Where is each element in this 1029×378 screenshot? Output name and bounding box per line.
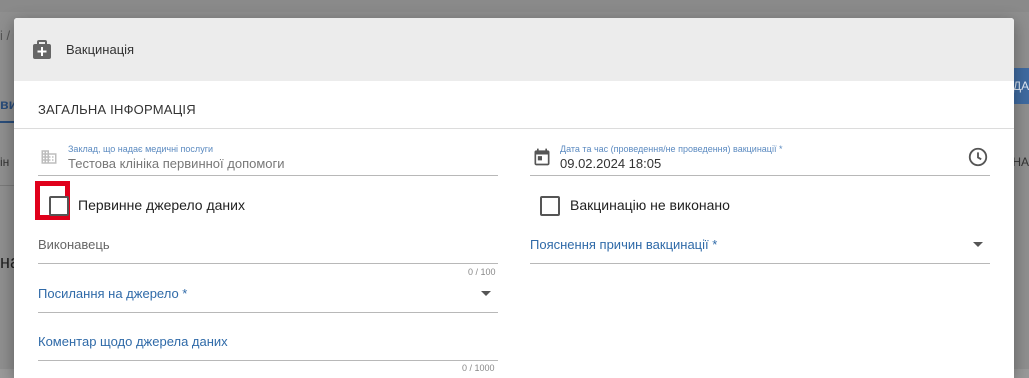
background-breadcrumb: і / [0,28,11,43]
primary-source-label[interactable]: Первинне джерело даних [78,197,245,213]
source-link-select[interactable]: Посилання на джерело * [38,286,187,301]
vaccination-dialog: Вакцинація ЗАГАЛЬНА ІНФОРМАЦІЯ Заклад, щ… [14,18,1014,378]
date-value[interactable]: 09.02.2024 18:05 [560,156,661,171]
performer-input[interactable]: Виконавець [38,237,110,252]
section-divider [14,128,1014,129]
not-done-checkbox[interactable] [540,196,560,216]
medical-case-icon [33,40,51,59]
primary-source-checkbox[interactable] [49,196,69,216]
background-tab-underline [0,121,14,123]
reason-select[interactable]: Пояснення причин вакцинації * [530,237,717,252]
background-divider [0,185,14,186]
not-done-label[interactable]: Вакцинацію не виконано [570,197,730,213]
chevron-down-icon[interactable] [481,291,491,296]
clock-icon[interactable] [967,146,989,168]
background-button: ДА [1013,68,1029,104]
section-title: ЗАГАЛЬНА ІНФОРМАЦІЯ [38,102,196,117]
dialog-title: Вакцинація [66,42,135,57]
background-topbar [0,0,1029,12]
performer-counter: 0 / 100 [468,267,496,277]
date-field-underline [530,175,990,176]
facility-field-underline [38,175,498,176]
dialog-header: Вакцинація [14,18,1014,81]
facility-value: Тестова клініка первинної допомоги [68,156,285,171]
facility-label: Заклад, що надає медичні послуги [68,144,213,154]
background-column-header-right: НА [1012,155,1029,169]
source-comment-field-underline [38,360,498,361]
calendar-icon[interactable] [532,147,552,167]
source-comment-input[interactable]: Коментар щодо джерела даних [38,334,228,349]
background-column-header: ін [0,155,10,169]
source-comment-counter: 0 / 1000 [462,363,495,373]
performer-field-underline [38,263,498,264]
date-label: Дата та час (проведення/не проведення) в… [560,144,783,154]
source-link-field-underline [38,312,498,313]
chevron-down-icon[interactable] [973,242,983,247]
reason-field-underline [530,263,990,264]
building-icon [41,150,57,164]
